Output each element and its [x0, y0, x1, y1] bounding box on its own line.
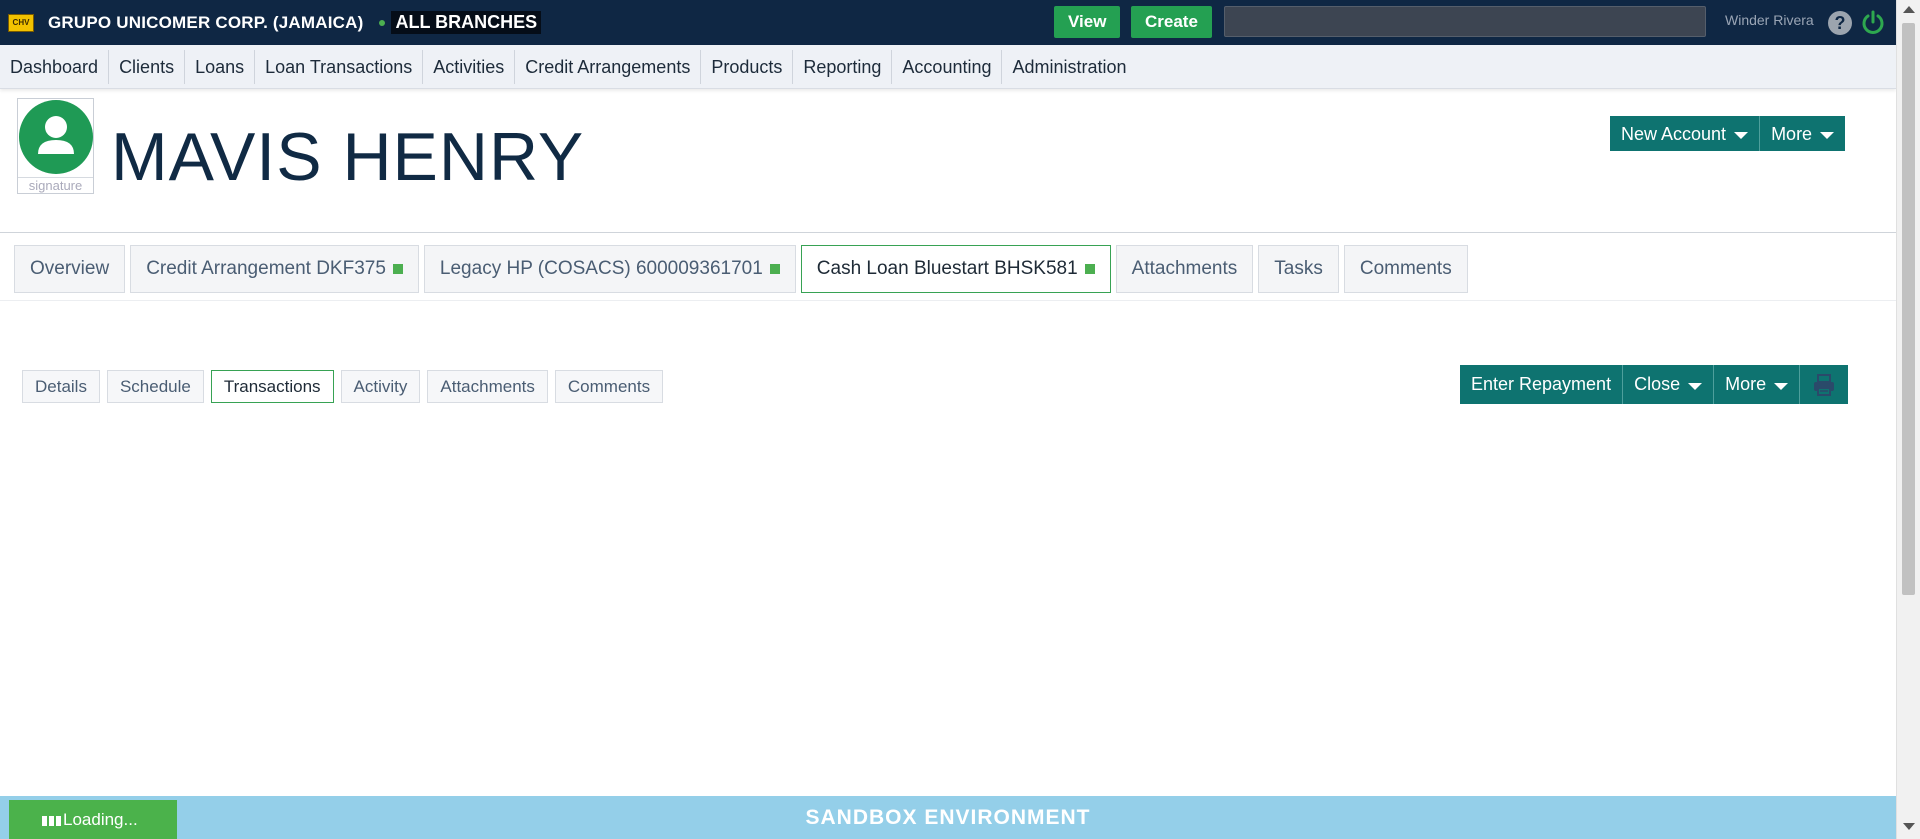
close-label: Close	[1634, 374, 1681, 394]
loan-more-button[interactable]: More	[1714, 365, 1801, 404]
nav-products[interactable]: Products	[701, 49, 794, 84]
chevron-down-icon	[1688, 382, 1703, 390]
header-divider	[0, 232, 1896, 233]
loading-bars-icon	[42, 816, 62, 826]
loan-sub-tabs: Details Schedule Transactions Activity A…	[22, 370, 670, 403]
nav-loans[interactable]: Loans	[185, 49, 256, 84]
subtab-details[interactable]: Details	[22, 370, 100, 403]
page-scrollbar[interactable]	[1896, 0, 1920, 839]
nav-loan-transactions[interactable]: Loan Transactions	[255, 49, 424, 84]
chevron-down-icon	[1734, 131, 1749, 139]
scroll-up-icon[interactable]	[1903, 6, 1915, 13]
client-avatar[interactable]: signature	[17, 98, 94, 194]
nav-clients[interactable]: Clients	[109, 49, 186, 84]
avatar	[19, 100, 93, 174]
sandbox-banner: SANDBOX ENVIRONMENT	[0, 796, 1896, 839]
tab-label: Cash Loan Bluestart BHSK581	[816, 258, 1078, 279]
scroll-down-icon[interactable]	[1903, 823, 1915, 830]
nav-credit-arrangements[interactable]: Credit Arrangements	[515, 49, 702, 84]
branch-status-dot	[379, 19, 386, 26]
user-icon	[38, 116, 74, 154]
tab-overview[interactable]: Overview	[14, 245, 126, 293]
scroll-thumb[interactable]	[1902, 23, 1915, 595]
nav-reporting[interactable]: Reporting	[793, 49, 893, 84]
loan-more-label: More	[1725, 374, 1767, 394]
subtab-schedule[interactable]: Schedule	[106, 370, 204, 403]
new-account-label: New Account	[1621, 123, 1727, 144]
status-active-icon	[392, 264, 403, 274]
signature-label: signature	[18, 177, 93, 193]
help-icon[interactable]: ?	[1828, 11, 1852, 35]
global-search-input[interactable]	[1224, 6, 1706, 37]
main-nav: Dashboard Clients Loans Loan Transaction…	[0, 45, 1896, 89]
branch-selector[interactable]: ALL BRANCHES	[391, 11, 542, 34]
view-button[interactable]: View	[1054, 6, 1121, 38]
subtab-comments[interactable]: Comments	[554, 370, 664, 403]
client-actions: New Account More	[1610, 116, 1846, 151]
print-button[interactable]	[1800, 365, 1848, 404]
user-name[interactable]: Winder Rivera	[1725, 12, 1814, 28]
close-loan-button[interactable]: Close	[1623, 365, 1715, 404]
tab-label: Legacy HP (COSACS) 600009361701	[439, 258, 763, 279]
new-account-button[interactable]: New Account	[1610, 116, 1761, 151]
subtab-transactions[interactable]: Transactions	[210, 370, 334, 403]
subtab-attachments[interactable]: Attachments	[427, 370, 548, 403]
subtab-activity[interactable]: Activity	[340, 370, 421, 403]
tabs-divider	[0, 300, 1896, 301]
nav-accounting[interactable]: Accounting	[892, 49, 1003, 84]
tab-cash-loan[interactable]: Cash Loan Bluestart BHSK581	[800, 245, 1111, 293]
client-name: MAVIS HENRY	[111, 119, 585, 195]
loan-actions: Enter Repayment Close More	[1460, 365, 1849, 404]
tab-legacy-hp[interactable]: Legacy HP (COSACS) 600009361701	[423, 245, 796, 293]
tab-label: Tasks	[1274, 258, 1323, 279]
tab-attachments[interactable]: Attachments	[1115, 245, 1254, 293]
account-tabs: Overview Credit Arrangement DKF375 Legac…	[14, 245, 1473, 293]
printer-icon	[1814, 373, 1835, 396]
client-more-label: More	[1771, 123, 1813, 144]
tab-label: Comments	[1359, 258, 1452, 279]
chevron-down-icon	[1820, 131, 1835, 139]
loading-label: Loading...	[63, 809, 138, 829]
tab-label: Credit Arrangement DKF375	[146, 258, 386, 279]
tab-comments[interactable]: Comments	[1343, 245, 1468, 293]
organization-name: GRUPO UNICOMER CORP. (JAMAICA)	[48, 12, 364, 32]
tab-tasks[interactable]: Tasks	[1258, 245, 1339, 293]
tab-label: Attachments	[1131, 258, 1238, 279]
chevron-down-icon	[1774, 382, 1789, 390]
status-active-icon	[1084, 264, 1095, 274]
nav-dashboard[interactable]: Dashboard	[0, 49, 110, 84]
nav-activities[interactable]: Activities	[423, 49, 516, 84]
status-active-icon	[769, 264, 780, 274]
top-bar: CHV GRUPO UNICOMER CORP. (JAMAICA) ALL B…	[0, 0, 1896, 45]
create-button[interactable]: Create	[1131, 6, 1212, 38]
company-logo: CHV	[8, 13, 34, 32]
nav-administration[interactable]: Administration	[1002, 50, 1136, 84]
power-icon[interactable]	[1860, 10, 1886, 36]
enter-repayment-button[interactable]: Enter Repayment	[1460, 365, 1624, 404]
client-more-button[interactable]: More	[1760, 116, 1845, 151]
tab-label: Overview	[30, 258, 110, 279]
tab-credit-arrangement[interactable]: Credit Arrangement DKF375	[130, 245, 419, 293]
loading-indicator: Loading...	[9, 800, 177, 839]
